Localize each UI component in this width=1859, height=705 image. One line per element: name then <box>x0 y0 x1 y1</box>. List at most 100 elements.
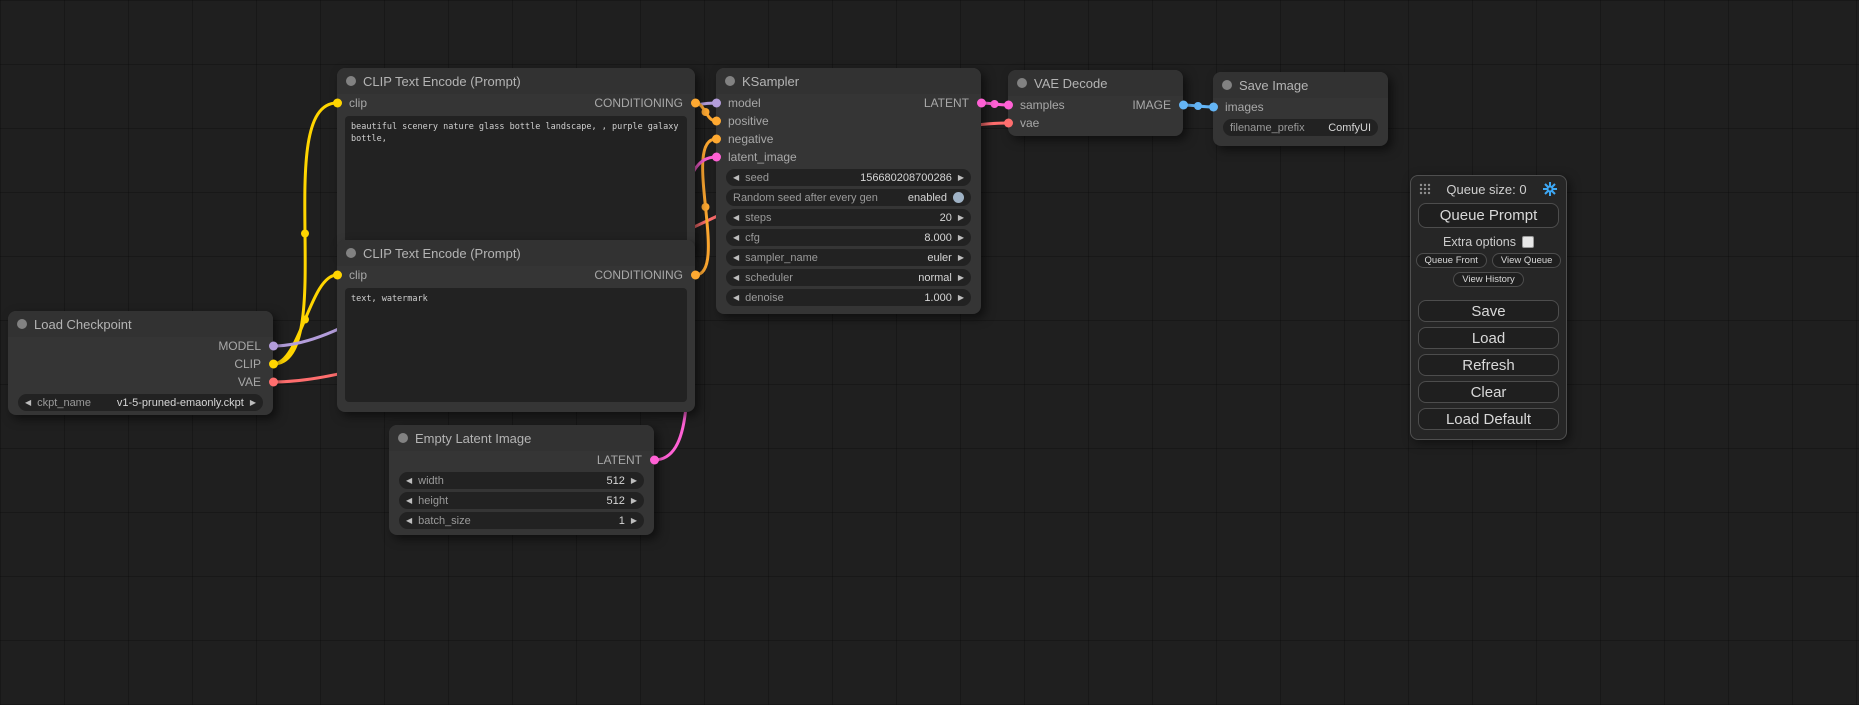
widget-control-after-generate[interactable]: Random seed after every gen enabled <box>726 189 971 206</box>
input-port-positive[interactable] <box>712 117 721 126</box>
input-port-clip[interactable] <box>333 271 342 280</box>
save-button[interactable]: Save <box>1418 300 1559 322</box>
collapse-dot[interactable] <box>17 319 27 329</box>
queue-front-button[interactable]: Queue Front <box>1416 253 1487 268</box>
clear-button[interactable]: Clear <box>1418 381 1559 403</box>
widget-seed[interactable]: ◀ seed 156680208700286 ▶ <box>726 169 971 186</box>
increment-arrow-icon[interactable]: ▶ <box>958 214 964 222</box>
queue-panel-header: Queue size: 0 <box>1411 176 1566 200</box>
toggle-knob[interactable] <box>953 192 964 203</box>
link-midpoint-dot <box>301 316 309 324</box>
output-port-latent[interactable] <box>650 456 659 465</box>
collapse-dot[interactable] <box>346 248 356 258</box>
widget-scheduler[interactable]: ◀ scheduler normal ▶ <box>726 269 971 286</box>
node-clip-text-encode-positive[interactable]: CLIP Text Encode (Prompt) clip CONDITION… <box>337 68 695 253</box>
widget-batch-size[interactable]: ◀ batch_size 1 ▶ <box>399 512 644 529</box>
node-ksampler[interactable]: KSampler model LATENT positive negative … <box>716 68 981 314</box>
node-title-bar[interactable]: CLIP Text Encode (Prompt) <box>337 240 695 266</box>
node-title: KSampler <box>742 74 799 89</box>
increment-arrow-icon[interactable]: ▶ <box>958 234 964 242</box>
output-port-model[interactable] <box>269 342 278 351</box>
widget-height[interactable]: ◀ height 512 ▶ <box>399 492 644 509</box>
widget-ckpt-name[interactable]: ◀ ckpt_name v1-5-pruned-emaonly.ckpt ▶ <box>18 394 263 411</box>
decrement-arrow-icon[interactable]: ◀ <box>406 477 412 485</box>
input-port-clip[interactable] <box>333 99 342 108</box>
collapse-dot[interactable] <box>1222 80 1232 90</box>
view-queue-button[interactable]: View Queue <box>1492 253 1562 268</box>
collapse-dot[interactable] <box>725 76 735 86</box>
input-port-vae[interactable] <box>1004 119 1013 128</box>
extra-options-checkbox[interactable] <box>1522 236 1534 248</box>
node-title-bar[interactable]: VAE Decode <box>1008 70 1183 96</box>
refresh-button[interactable]: Refresh <box>1418 354 1559 376</box>
node-title: Load Checkpoint <box>34 317 132 332</box>
input-port-images[interactable] <box>1209 103 1218 112</box>
node-load-checkpoint[interactable]: Load Checkpoint MODEL CLIP VAE ◀ ckpt_na… <box>8 311 273 415</box>
output-port-clip[interactable] <box>269 360 278 369</box>
increment-arrow-icon[interactable]: ▶ <box>958 174 964 182</box>
widget-denoise[interactable]: ◀ denoise 1.000 ▶ <box>726 289 971 306</box>
node-title: VAE Decode <box>1034 76 1107 91</box>
output-port-latent[interactable] <box>977 99 986 108</box>
input-label-clip: clip <box>349 96 367 110</box>
output-port-conditioning[interactable] <box>691 99 700 108</box>
input-port-latent-image[interactable] <box>712 153 721 162</box>
extra-options-label: Extra options <box>1443 235 1516 249</box>
next-arrow-icon[interactable]: ▶ <box>250 399 256 407</box>
increment-arrow-icon[interactable]: ▶ <box>958 294 964 302</box>
decrement-arrow-icon[interactable]: ◀ <box>733 254 739 262</box>
collapse-dot[interactable] <box>1017 78 1027 88</box>
output-label-conditioning: CONDITIONING <box>594 96 683 110</box>
prev-arrow-icon[interactable]: ◀ <box>25 399 31 407</box>
collapse-dot[interactable] <box>398 433 408 443</box>
node-title: Empty Latent Image <box>415 431 531 446</box>
node-title-bar[interactable]: Save Image <box>1213 72 1388 98</box>
view-history-button[interactable]: View History <box>1453 272 1524 287</box>
increment-arrow-icon[interactable]: ▶ <box>631 497 637 505</box>
widget-cfg[interactable]: ◀ cfg 8.000 ▶ <box>726 229 971 246</box>
drag-handle-icon[interactable] <box>1419 183 1431 195</box>
slot-row: VAE <box>8 373 273 391</box>
node-empty-latent-image[interactable]: Empty Latent Image LATENT ◀ width 512 ▶ … <box>389 425 654 535</box>
input-port-negative[interactable] <box>712 135 721 144</box>
node-title-bar[interactable]: Load Checkpoint <box>8 311 273 337</box>
decrement-arrow-icon[interactable]: ◀ <box>733 174 739 182</box>
widget-steps[interactable]: ◀ steps 20 ▶ <box>726 209 971 226</box>
collapse-dot[interactable] <box>346 76 356 86</box>
input-label-vae: vae <box>1020 116 1039 130</box>
queue-prompt-button[interactable]: Queue Prompt <box>1418 203 1559 228</box>
widget-sampler-name[interactable]: ◀ sampler_name euler ▶ <box>726 249 971 266</box>
node-clip-text-encode-negative[interactable]: CLIP Text Encode (Prompt) clip CONDITION… <box>337 240 695 412</box>
slot-row: model LATENT <box>716 94 981 112</box>
increment-arrow-icon[interactable]: ▶ <box>631 477 637 485</box>
widget-filename-prefix[interactable]: filename_prefix ComfyUI <box>1223 119 1378 136</box>
load-button[interactable]: Load <box>1418 327 1559 349</box>
output-label-model: MODEL <box>218 339 261 353</box>
output-port-conditioning[interactable] <box>691 271 700 280</box>
increment-arrow-icon[interactable]: ▶ <box>958 254 964 262</box>
decrement-arrow-icon[interactable]: ◀ <box>733 294 739 302</box>
widget-width[interactable]: ◀ width 512 ▶ <box>399 472 644 489</box>
output-port-vae[interactable] <box>269 378 278 387</box>
increment-arrow-icon[interactable]: ▶ <box>958 274 964 282</box>
decrement-arrow-icon[interactable]: ◀ <box>406 517 412 525</box>
input-port-model[interactable] <box>712 99 721 108</box>
node-title: Save Image <box>1239 78 1308 93</box>
output-port-image[interactable] <box>1179 101 1188 110</box>
decrement-arrow-icon[interactable]: ◀ <box>733 214 739 222</box>
node-title-bar[interactable]: Empty Latent Image <box>389 425 654 451</box>
decrement-arrow-icon[interactable]: ◀ <box>406 497 412 505</box>
node-vae-decode[interactable]: VAE Decode samples IMAGE vae <box>1008 70 1183 136</box>
settings-gear-icon[interactable] <box>1542 181 1558 197</box>
increment-arrow-icon[interactable]: ▶ <box>631 517 637 525</box>
slot-row: negative <box>716 130 981 148</box>
input-port-samples[interactable] <box>1004 101 1013 110</box>
load-default-button[interactable]: Load Default <box>1418 408 1559 430</box>
decrement-arrow-icon[interactable]: ◀ <box>733 234 739 242</box>
node-title-bar[interactable]: KSampler <box>716 68 981 94</box>
node-title-bar[interactable]: CLIP Text Encode (Prompt) <box>337 68 695 94</box>
negative-prompt-textarea[interactable]: text, watermark <box>345 288 687 402</box>
positive-prompt-textarea[interactable]: beautiful scenery nature glass bottle la… <box>345 116 687 245</box>
decrement-arrow-icon[interactable]: ◀ <box>733 274 739 282</box>
node-save-image[interactable]: Save Image images filename_prefix ComfyU… <box>1213 72 1388 146</box>
